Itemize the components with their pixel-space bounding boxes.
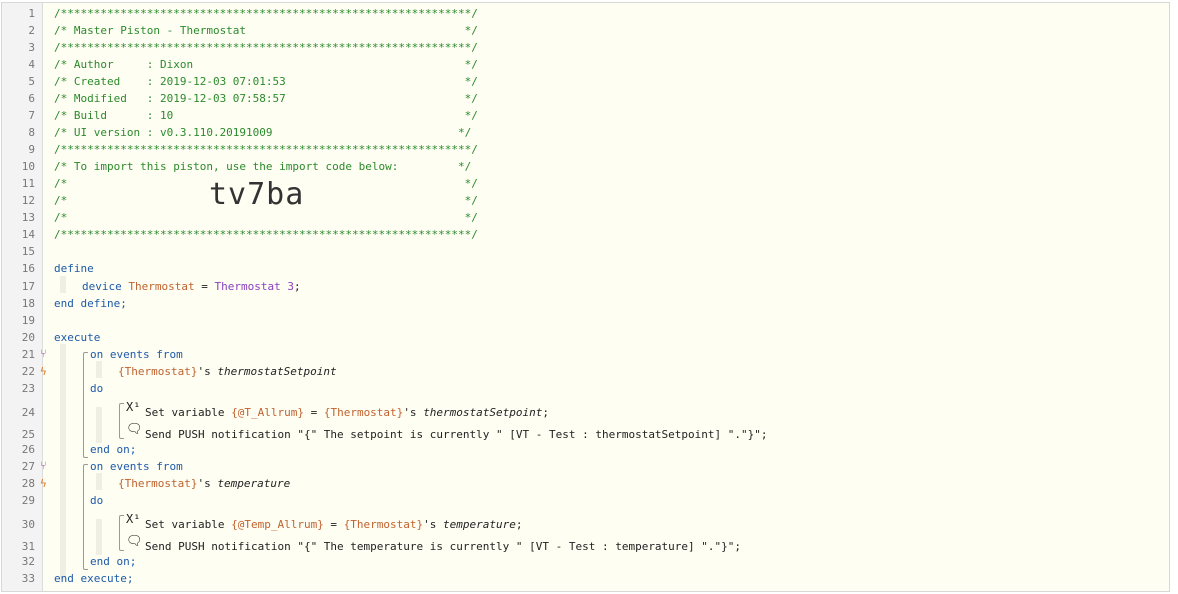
end-execute-keyword: end execute;: [54, 572, 134, 585]
set-variable-statement[interactable]: Set variable {@T_Allrum} = {Thermostat}'…: [145, 404, 549, 421]
line-number: 21: [21, 348, 35, 361]
piston-editor: 1 /**************************************…: [1, 2, 1170, 592]
line-number: 11: [21, 177, 35, 190]
device-reference: {Thermostat}: [118, 365, 198, 378]
possessive: 's: [403, 406, 424, 419]
on-events-keyword[interactable]: on events from: [90, 346, 183, 363]
device-reference: {Thermostat}: [343, 518, 424, 531]
do-keyword: do: [90, 494, 104, 507]
possessive: 's: [423, 518, 444, 531]
semicolon: ;: [515, 518, 523, 531]
set-variable-label: Set variable: [145, 406, 232, 419]
comment-line: /***************************************…: [54, 41, 478, 54]
comment-line: /* Master Piston - Thermostat */: [54, 24, 478, 37]
comment-line: /***************************************…: [54, 7, 478, 20]
variable-icon: X¹: [126, 400, 141, 414]
lightning-icon: ϟ: [40, 365, 47, 378]
equals-sign: =: [323, 518, 344, 531]
end-on-keyword: end on;: [90, 555, 137, 568]
speech-bubble-icon: 🗨: [126, 422, 143, 437]
comment-line: /* Modified : 2019-12-03 07:58:57 */: [54, 92, 478, 105]
line-number: 7: [28, 109, 35, 122]
branch-icon: ⑂: [40, 347, 47, 360]
line-number: 5: [28, 75, 35, 88]
comment-line: /***************************************…: [54, 228, 478, 241]
line-number: 4: [28, 58, 35, 71]
equals-sign: =: [303, 406, 324, 419]
line-number: 8: [28, 126, 35, 139]
line-number: 28: [21, 477, 35, 490]
event-trigger[interactable]: {Thermostat}'s thermostatSetpoint: [118, 363, 337, 380]
branch-icon: ⑂: [40, 459, 47, 472]
device-declaration[interactable]: device Thermostat = Thermostat 3;: [82, 278, 301, 295]
end-define-keyword: end define;: [54, 297, 127, 310]
device-value: Thermostat 3: [214, 280, 294, 293]
line-number: 3: [28, 41, 35, 54]
device-reference: {Thermostat}: [118, 477, 198, 490]
variable-name: {@Temp_Allrum}: [231, 518, 324, 531]
variable-name: {@T_Allrum}: [231, 406, 304, 419]
line-number: 27: [21, 460, 35, 473]
comment-line: /* */: [54, 211, 478, 224]
attribute-name: temperature: [443, 518, 516, 531]
comment-line: /***************************************…: [54, 143, 478, 156]
line-number: 1: [28, 7, 35, 20]
set-variable-statement[interactable]: Set variable {@Temp_Allrum} = {Thermosta…: [145, 516, 523, 533]
line-number: 24: [21, 406, 35, 419]
line-number: 9: [28, 143, 35, 156]
set-variable-label: Set variable: [145, 518, 232, 531]
comment-line: /* Author : Dixon */: [54, 58, 478, 71]
line-number: 23: [21, 382, 35, 395]
semicolon: ;: [542, 406, 550, 419]
import-code[interactable]: tv7ba: [209, 180, 304, 210]
line-number: 29: [21, 494, 35, 507]
device-reference: {Thermostat}: [323, 406, 404, 419]
line-number: 30: [21, 518, 35, 531]
line-number: 22: [21, 365, 35, 378]
attribute-name: thermostatSetpoint: [423, 406, 543, 419]
line-number: 20: [21, 331, 35, 344]
execute-keyword[interactable]: execute: [54, 329, 100, 346]
possessive: 's: [197, 365, 218, 378]
end-on-keyword: end on;: [90, 443, 137, 456]
speech-bubble-icon: 🗨: [126, 534, 143, 549]
line-number: 26: [21, 443, 35, 456]
on-events-keyword[interactable]: on events from: [90, 458, 183, 475]
line-number: 19: [21, 314, 35, 327]
event-trigger[interactable]: {Thermostat}'s temperature: [118, 475, 290, 492]
semicolon: ;: [293, 280, 301, 293]
do-keyword: do: [90, 382, 104, 395]
equals-sign: =: [194, 280, 215, 293]
comment-line: /* Build : 10 */: [54, 109, 478, 122]
attribute-name: temperature: [217, 477, 291, 490]
device-name: Thermostat: [128, 280, 195, 293]
lightning-icon: ϟ: [40, 477, 47, 490]
line-number: 14: [21, 228, 35, 241]
comment-line: /* UI version : v0.3.110.20191009 */: [54, 126, 472, 139]
line-number: 32: [21, 555, 35, 568]
comment-line: /* To import this piston, use the import…: [54, 160, 472, 173]
line-number: 18: [21, 297, 35, 310]
line-number: 17: [21, 280, 35, 293]
line-number: 16: [21, 262, 35, 275]
line-number: 2: [28, 24, 35, 37]
possessive: 's: [197, 477, 218, 490]
line-number: 15: [21, 245, 35, 258]
attribute-name: thermostatSetpoint: [217, 365, 337, 378]
line-number: 12: [21, 194, 35, 207]
comment-line: /* Created : 2019-12-03 07:01:53 */: [54, 75, 478, 88]
device-keyword: device: [82, 280, 122, 293]
line-number: 10: [21, 160, 35, 173]
define-keyword[interactable]: define: [54, 260, 94, 277]
line-number: 13: [21, 211, 35, 224]
line-number: 6: [28, 92, 35, 105]
variable-icon: X¹: [126, 512, 141, 526]
line-number: 33: [21, 572, 35, 585]
